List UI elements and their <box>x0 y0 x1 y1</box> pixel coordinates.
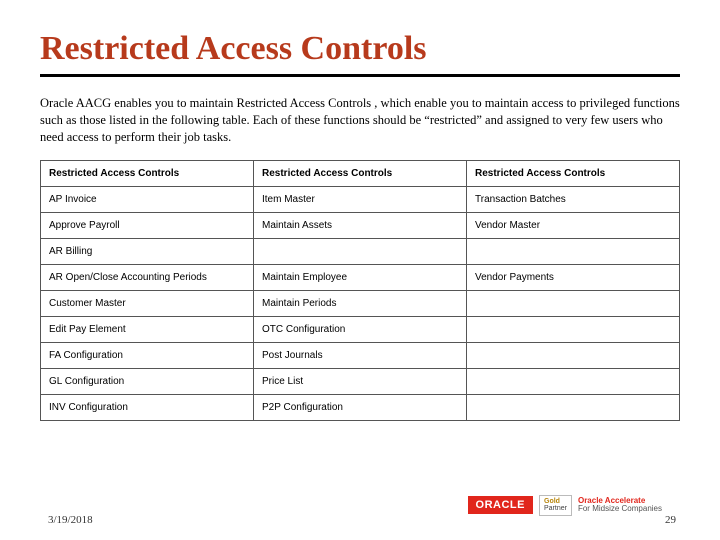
cell <box>467 316 680 342</box>
table-header-row: Restricted Access Controls Restricted Ac… <box>41 160 680 186</box>
cell <box>467 368 680 394</box>
table-row: Edit Pay Element OTC Configuration <box>41 316 680 342</box>
cell: OTC Configuration <box>254 316 467 342</box>
table-row: Customer Master Maintain Periods <box>41 290 680 316</box>
footer-logo-block: ORACLE Gold Partner Oracle Accelerate Fo… <box>468 495 662 516</box>
cell <box>467 394 680 420</box>
col-header: Restricted Access Controls <box>254 160 467 186</box>
cell: Item Master <box>254 186 467 212</box>
page-title: Restricted Access Controls <box>40 30 680 68</box>
accelerate-badge: Oracle Accelerate For Midsize Companies <box>578 497 662 515</box>
cell <box>467 238 680 264</box>
cell: FA Configuration <box>41 342 254 368</box>
cell <box>254 238 467 264</box>
cell: AP Invoice <box>41 186 254 212</box>
partner-badge: Gold Partner <box>539 495 572 516</box>
table-row: AP Invoice Item Master Transaction Batch… <box>41 186 680 212</box>
cell <box>467 290 680 316</box>
cell: Vendor Payments <box>467 264 680 290</box>
cell: Customer Master <box>41 290 254 316</box>
cell: Post Journals <box>254 342 467 368</box>
table-row: INV Configuration P2P Configuration <box>41 394 680 420</box>
partner-label: Partner <box>544 505 567 512</box>
accelerate-sub: For Midsize Companies <box>578 504 662 513</box>
cell: INV Configuration <box>41 394 254 420</box>
cell: Price List <box>254 368 467 394</box>
cell: Maintain Employee <box>254 264 467 290</box>
accelerate-brand: Oracle Accelerate <box>578 496 645 505</box>
cell: Vendor Master <box>467 212 680 238</box>
footer-date: 3/19/2018 <box>48 514 93 526</box>
cell: Maintain Periods <box>254 290 467 316</box>
cell: P2P Configuration <box>254 394 467 420</box>
partner-gold: Gold <box>544 498 560 505</box>
cell: Approve Payroll <box>41 212 254 238</box>
title-rule <box>40 74 680 77</box>
table-row: GL Configuration Price List <box>41 368 680 394</box>
slide-footer: 3/19/2018 ORACLE Gold Partner Oracle Acc… <box>40 490 680 528</box>
cell <box>467 342 680 368</box>
col-header: Restricted Access Controls <box>467 160 680 186</box>
cell: Edit Pay Element <box>41 316 254 342</box>
table-row: FA Configuration Post Journals <box>41 342 680 368</box>
slide: Restricted Access Controls Oracle AACG e… <box>0 0 720 540</box>
restricted-access-table: Restricted Access Controls Restricted Ac… <box>40 160 680 421</box>
page-number: 29 <box>665 514 676 526</box>
cell: AR Open/Close Accounting Periods <box>41 264 254 290</box>
cell: AR Billing <box>41 238 254 264</box>
oracle-logo-icon: ORACLE <box>468 496 533 514</box>
cell: Maintain Assets <box>254 212 467 238</box>
cell: GL Configuration <box>41 368 254 394</box>
table-row: Approve Payroll Maintain Assets Vendor M… <box>41 212 680 238</box>
col-header: Restricted Access Controls <box>41 160 254 186</box>
table-row: AR Billing <box>41 238 680 264</box>
intro-paragraph: Oracle AACG enables you to maintain Rest… <box>40 95 680 146</box>
cell: Transaction Batches <box>467 186 680 212</box>
table-row: AR Open/Close Accounting Periods Maintai… <box>41 264 680 290</box>
